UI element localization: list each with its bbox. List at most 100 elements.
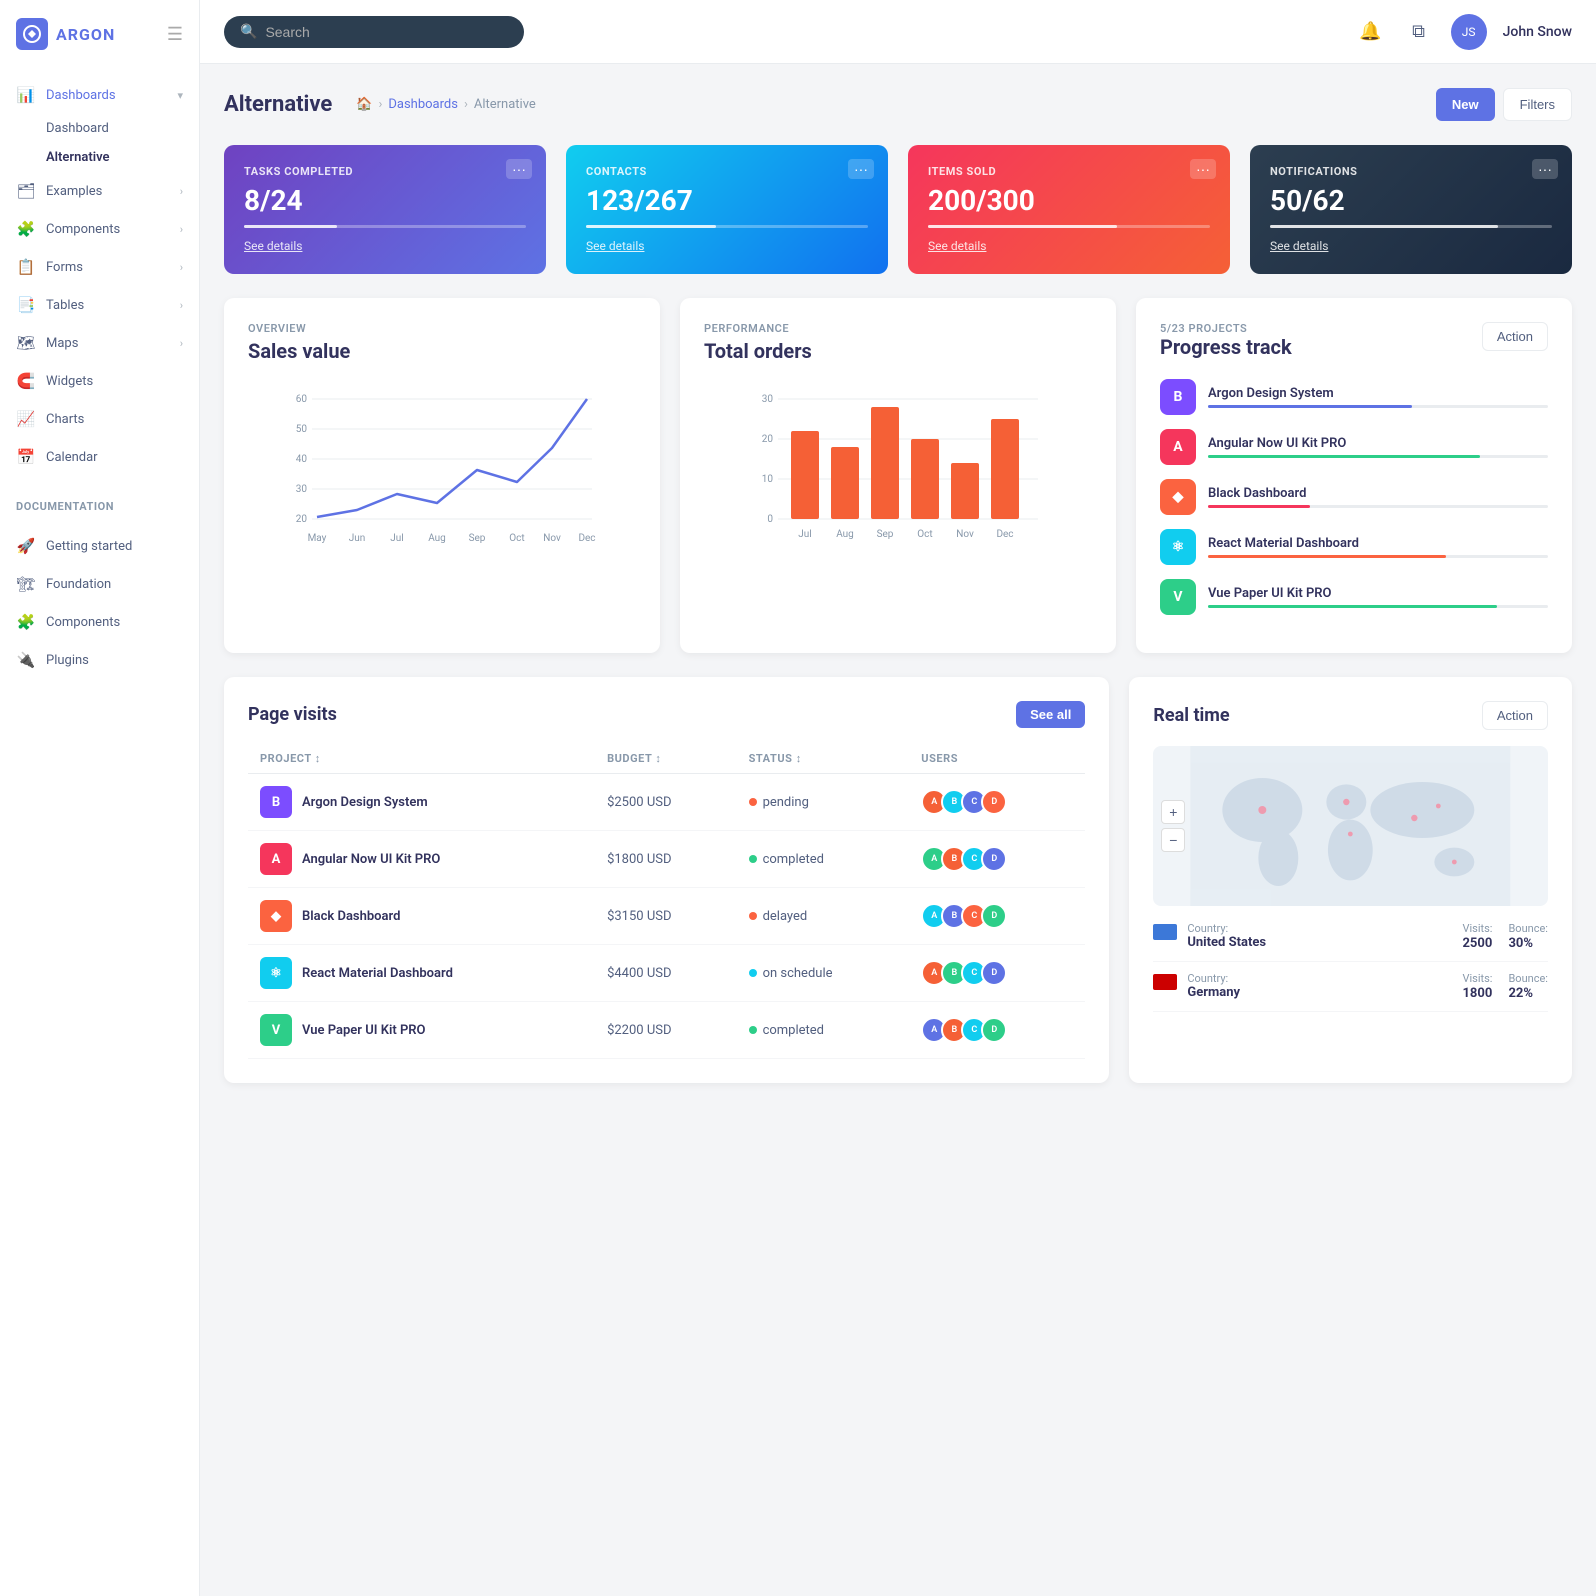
getting-started-icon: 🚀 xyxy=(16,537,36,555)
sidebar-item-foundation[interactable]: 🏗 Foundation xyxy=(0,565,199,603)
country-name-1: Germany xyxy=(1187,985,1452,1000)
sidebar-item-calendar[interactable]: 📅 Calendar xyxy=(0,438,199,476)
td-users: ABCD xyxy=(909,888,1085,945)
project-icon: B xyxy=(260,786,292,818)
stats-row: ··· TASKS COMPLETED 8/24 See details ···… xyxy=(224,145,1572,274)
notification-bell-icon[interactable]: 🔔 xyxy=(1355,16,1387,48)
examples-icon: 🗂 xyxy=(16,182,36,200)
pt-icon-1: A xyxy=(1160,429,1196,465)
status-text: completed xyxy=(763,1023,824,1038)
components-icon: 🧩 xyxy=(16,220,36,238)
status-text: delayed xyxy=(763,909,808,924)
stat-link-1[interactable]: See details xyxy=(586,239,644,253)
svg-text:30: 30 xyxy=(296,484,308,495)
doc-section-label: DOCUMENTATION xyxy=(0,484,199,519)
td-status: pending xyxy=(737,774,910,831)
country-metrics-0: Visits: 2500 Bounce: 30% xyxy=(1462,922,1548,951)
stat-link-3[interactable]: See details xyxy=(1270,239,1328,253)
project-icon: A xyxy=(260,843,292,875)
sidebar-item-maps[interactable]: 🗺 Maps › xyxy=(0,324,199,362)
orders-chart-svg: 30 20 10 0 Jul Aug Sep Oct xyxy=(704,379,1092,559)
bounce-col-0: Bounce: 30% xyxy=(1508,922,1548,951)
map-zoom-out-button[interactable]: − xyxy=(1161,828,1185,852)
svg-text:Jul: Jul xyxy=(798,529,811,540)
see-all-button[interactable]: See all xyxy=(1016,701,1085,728)
page-title: Alternative xyxy=(224,92,332,117)
sidebar-item-forms[interactable]: 📋 Forms › xyxy=(0,248,199,286)
breadcrumb-dashboards-link[interactable]: Dashboards xyxy=(388,97,458,112)
svg-text:Oct: Oct xyxy=(917,529,932,540)
progress-track-title: Progress track xyxy=(1160,335,1292,359)
svg-text:40: 40 xyxy=(296,454,308,465)
pt-name-1: Angular Now UI Kit PRO xyxy=(1208,436,1548,451)
chevron-down-icon: ▾ xyxy=(177,89,183,102)
realtime-card: Real time Action xyxy=(1129,677,1572,1083)
sidebar-item-components[interactable]: 🧩 Components › xyxy=(0,210,199,248)
sidebar-item-plugins[interactable]: 🔌 Plugins xyxy=(0,641,199,679)
sidebar-item-charts[interactable]: 📈 Charts xyxy=(0,400,199,438)
sidebar-item-widgets[interactable]: 🧲 Widgets xyxy=(0,362,199,400)
svg-text:20: 20 xyxy=(296,514,308,525)
project-name: Black Dashboard xyxy=(302,909,400,924)
stat-link-2[interactable]: See details xyxy=(928,239,986,253)
sidebar-subitem-alternative[interactable]: Alternative xyxy=(0,143,199,172)
svg-text:30: 30 xyxy=(762,394,774,405)
sidebar-item-dashboards-label: Dashboards xyxy=(46,88,116,103)
table-row: V Vue Paper UI Kit PRO $2200 USD complet… xyxy=(248,1002,1085,1059)
sidebar-item-dashboards[interactable]: 📊 Dashboards ▾ xyxy=(0,76,199,114)
sidebar-item-widgets-label: Widgets xyxy=(46,374,93,389)
stat-label-1: CONTACTS xyxy=(586,165,868,178)
progress-track-item: V Vue Paper UI Kit PRO xyxy=(1160,579,1548,615)
project-icon: ◆ xyxy=(260,900,292,932)
user-avatar-mini: D xyxy=(981,960,1007,986)
sidebar-subitem-dashboard[interactable]: Dashboard xyxy=(0,114,199,143)
filters-button[interactable]: Filters xyxy=(1503,88,1572,121)
sidebar-item-doc-components[interactable]: 🧩 Components xyxy=(0,603,199,641)
topbar-right: 🔔 ⧉ JS John Snow xyxy=(1355,14,1572,50)
svg-text:Aug: Aug xyxy=(428,533,446,544)
svg-text:Nov: Nov xyxy=(956,529,974,540)
td-project: ⚛ React Material Dashboard xyxy=(248,945,595,1002)
visits-col-0: Visits: 2500 xyxy=(1462,922,1492,951)
stat-link-0[interactable]: See details xyxy=(244,239,302,253)
sidebar-logo: ARGON ☰ xyxy=(0,0,199,68)
col-status: STATUS ↕ xyxy=(737,744,910,774)
new-button[interactable]: New xyxy=(1436,88,1495,121)
pt-bar-2 xyxy=(1208,505,1548,508)
td-users: ABCD xyxy=(909,945,1085,1002)
hamburger-icon[interactable]: ☰ xyxy=(167,24,183,45)
sidebar-item-examples[interactable]: 🗂 Examples › xyxy=(0,172,199,210)
status-text: pending xyxy=(763,795,809,810)
country-info-0: Country: United States xyxy=(1187,922,1452,950)
progress-track-action-button[interactable]: Action xyxy=(1482,322,1548,351)
realtime-action-button[interactable]: Action xyxy=(1482,701,1548,730)
sidebar-item-forms-label: Forms xyxy=(46,260,83,275)
stat-progress-fill-0 xyxy=(244,225,337,228)
realtime-title: Real time xyxy=(1153,705,1229,726)
pt-icon-3: ⚛ xyxy=(1160,529,1196,565)
chevron-right-icon3: › xyxy=(180,261,183,274)
country-name-0: United States xyxy=(1187,935,1452,950)
col-budget: BUDGET ↕ xyxy=(595,744,737,774)
breadcrumb: 🏠 › Dashboards › Alternative xyxy=(356,97,536,112)
td-users: ABCD xyxy=(909,774,1085,831)
map-zoom-in-button[interactable]: + xyxy=(1161,800,1185,824)
search-bar[interactable]: 🔍 xyxy=(224,16,524,48)
table-row: B Argon Design System $2500 USD pending … xyxy=(248,774,1085,831)
svg-text:50: 50 xyxy=(296,424,308,435)
pt-name-4: Vue Paper UI Kit PRO xyxy=(1208,586,1548,601)
stat-progress-bar-2 xyxy=(928,225,1210,228)
sidebar-item-getting-started[interactable]: 🚀 Getting started xyxy=(0,527,199,565)
svg-text:10: 10 xyxy=(762,474,774,485)
breadcrumb-home-icon[interactable]: 🏠 xyxy=(356,97,372,112)
sidebar-item-tables[interactable]: 📑 Tables › xyxy=(0,286,199,324)
duplicate-icon[interactable]: ⧉ xyxy=(1403,16,1435,48)
stat-card-1: ··· CONTACTS 123/267 See details xyxy=(566,145,888,274)
widgets-icon: 🧲 xyxy=(16,372,36,390)
stat-label-3: NOTIFICATIONS xyxy=(1270,165,1552,178)
sidebar-item-charts-label: Charts xyxy=(46,412,84,427)
sidebar-item-examples-label: Examples xyxy=(46,184,102,199)
content-area: Alternative 🏠 › Dashboards › Alternative… xyxy=(200,64,1596,1596)
td-status: completed xyxy=(737,1002,910,1059)
search-input[interactable] xyxy=(265,24,508,40)
